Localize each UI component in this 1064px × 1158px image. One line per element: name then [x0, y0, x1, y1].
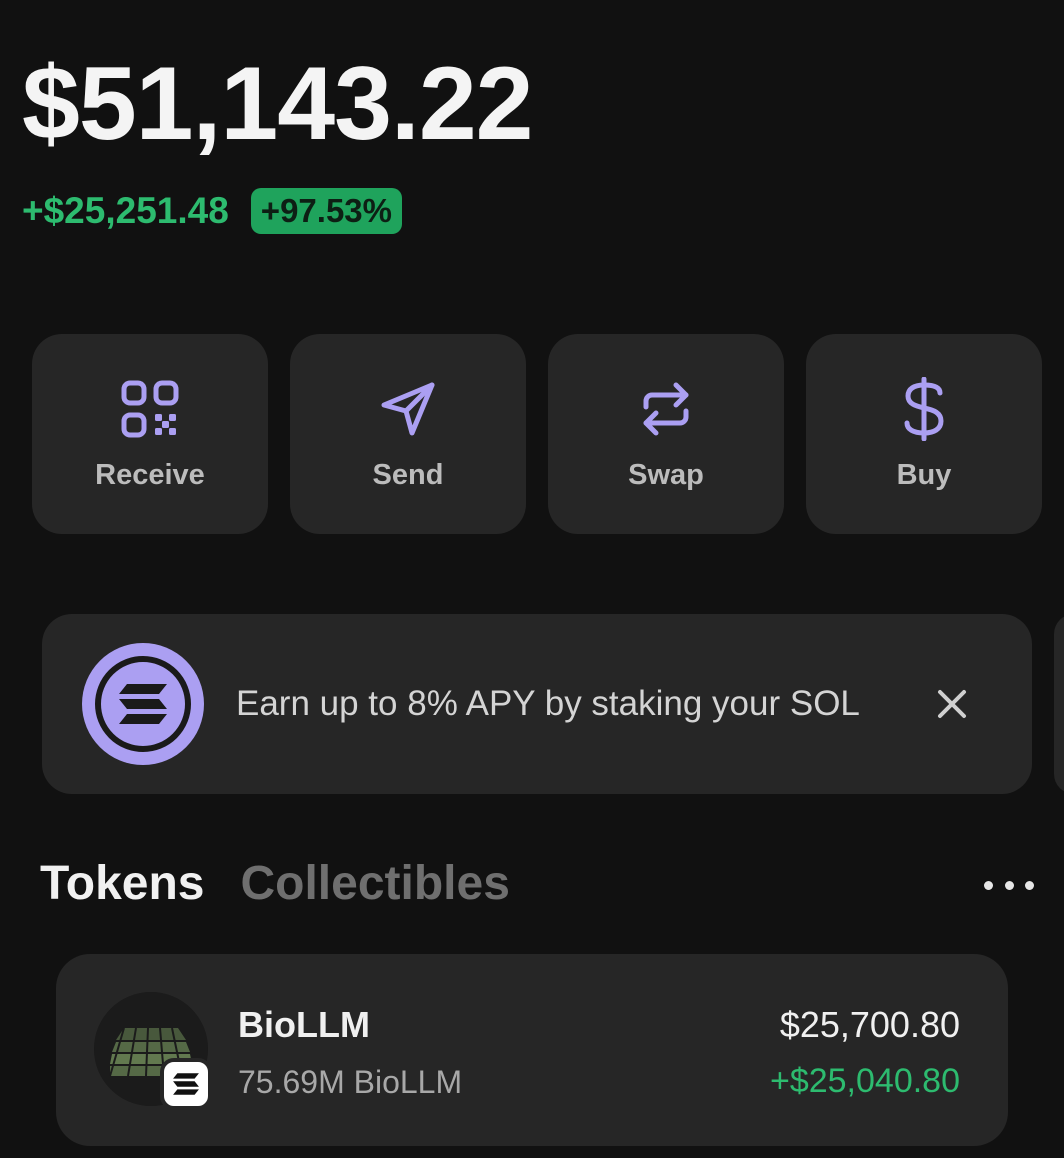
token-name: BioLLM — [238, 1004, 370, 1045]
wallet-home: $51,143.22 +$25,251.48 +97.53% Receive S… — [0, 0, 1064, 1158]
dollar-icon — [892, 376, 956, 441]
token-value: $25,700.80 — [779, 1004, 960, 1045]
receive-label: Receive — [95, 458, 205, 491]
send-button[interactable]: Send — [290, 334, 526, 534]
action-buttons: Receive Send Swap Buy — [32, 334, 1042, 534]
swap-button[interactable]: Swap — [548, 334, 784, 534]
portfolio-balance: $51,143.22 — [22, 46, 534, 162]
send-label: Send — [372, 458, 444, 491]
buy-label: Buy — [896, 458, 952, 491]
token-amount: 75.69M BioLLM — [238, 1064, 463, 1100]
next-banner-peek — [1054, 614, 1064, 794]
portfolio-change-amount: +$25,251.48 — [22, 190, 229, 231]
solana-logo-icon — [82, 643, 204, 765]
staking-promo-banner[interactable]: Earn up to 8% APY by staking your SOL — [42, 614, 1032, 794]
tab-tokens[interactable]: Tokens — [40, 856, 204, 911]
token-change: +$25,040.80 — [769, 1062, 960, 1100]
swap-arrows-icon — [634, 377, 698, 441]
qr-code-icon — [118, 377, 182, 441]
close-icon[interactable] — [932, 684, 972, 724]
swap-label: Swap — [628, 458, 704, 491]
solana-chain-icon — [160, 1058, 212, 1110]
token-row[interactable]: BioLLM 75.69M BioLLM $25,700.80 +$25,040… — [56, 954, 1008, 1146]
send-arrow-icon — [376, 377, 440, 441]
buy-button[interactable]: Buy — [806, 334, 1042, 534]
staking-promo-text: Earn up to 8% APY by staking your SOL — [236, 683, 860, 723]
tab-collectibles[interactable]: Collectibles — [240, 856, 509, 911]
asset-tabs: Tokens Collectibles — [40, 856, 510, 911]
portfolio-change-row: +$25,251.48 +97.53% — [22, 188, 402, 234]
more-dots-icon[interactable] — [984, 870, 1034, 900]
receive-button[interactable]: Receive — [32, 334, 268, 534]
portfolio-change-percent-badge: +97.53% — [250, 188, 402, 234]
